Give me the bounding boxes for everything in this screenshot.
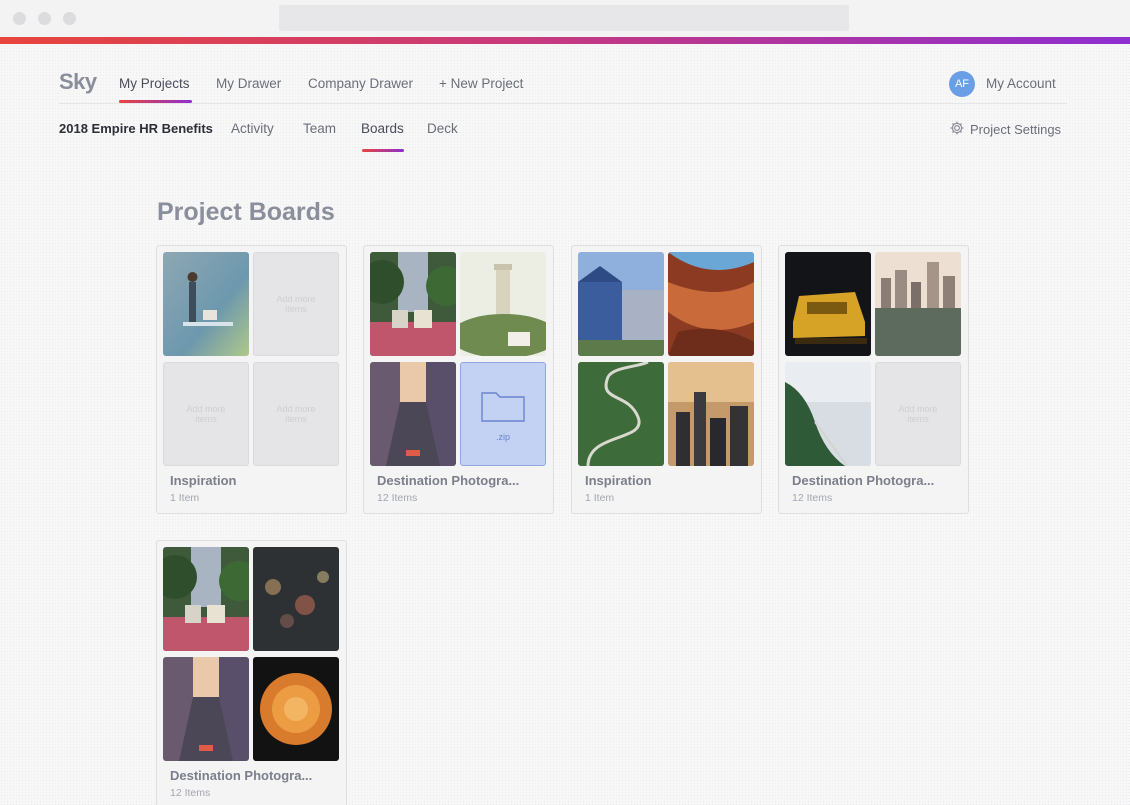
zip-file-tile[interactable]: .zip	[460, 362, 546, 466]
nav-my-projects[interactable]: My Projects	[119, 76, 190, 91]
board-card[interactable]: Inspiration 1 Item Add more items Add mor…	[156, 245, 347, 514]
project-name: 2018 Empire HR Benefits	[59, 121, 213, 136]
painted-ladies-photo[interactable]	[578, 252, 664, 356]
board-item-count: 1 Item	[585, 492, 615, 504]
board-item-count: 12 Items	[377, 492, 418, 504]
tab-active-indicator	[362, 149, 404, 152]
yellow-car-photo[interactable]	[785, 252, 871, 356]
window-close-dot[interactable]	[13, 12, 26, 25]
paddleboard-photo[interactable]	[163, 252, 249, 356]
nav-new-project[interactable]: + New Project	[439, 76, 523, 91]
nav-my-drawer[interactable]: My Drawer	[216, 76, 281, 91]
window-minimize-dot[interactable]	[38, 12, 51, 25]
board-card[interactable]: Destination Photogra... 12 Items	[156, 540, 347, 805]
coit-tower-photo[interactable]	[460, 252, 546, 356]
board-card[interactable]: Inspiration 1 Item	[571, 245, 762, 514]
brand-gradient-bar	[0, 37, 1130, 44]
avatar[interactable]: AF	[949, 71, 975, 97]
window-zoom-dot[interactable]	[63, 12, 76, 25]
add-more-items-text: Add more items	[276, 404, 316, 424]
folder-icon	[480, 387, 526, 428]
add-more-items-text: Add more items	[276, 294, 316, 314]
my-account-link[interactable]: My Account	[986, 76, 1056, 91]
city-reflection-photo[interactable]	[875, 252, 961, 356]
nav-divider	[59, 103, 1067, 104]
dahlia-flower-photo[interactable]	[253, 657, 339, 761]
antelope-canyon-photo[interactable]	[668, 252, 754, 356]
page-title: Project Boards	[157, 198, 335, 226]
board-item-count: 12 Items	[170, 787, 211, 799]
board-title: Destination Photogra...	[377, 473, 520, 488]
board-title: Inspiration	[585, 473, 652, 488]
board-title: Destination Photogra...	[170, 768, 313, 783]
add-more-items-text: Add more items	[186, 404, 226, 424]
project-settings-label: Project Settings	[970, 122, 1062, 137]
board-title: Destination Photogra...	[792, 473, 935, 488]
board-card[interactable]: Destination Photogra... 12 Items .zip	[363, 245, 554, 514]
gear-icon	[949, 120, 965, 139]
add-more-items-text: Add more items	[898, 404, 938, 424]
winding-road-photo[interactable]	[578, 362, 664, 466]
board-card[interactable]: Destination Photogra... 12 Items Add mor…	[778, 245, 969, 514]
empty-tile-placeholder: Add more items	[163, 362, 249, 466]
board-item-count: 12 Items	[792, 492, 833, 504]
board-title: Inspiration	[170, 473, 237, 488]
skyline-sunset-photo[interactable]	[668, 362, 754, 466]
empty-tile-placeholder: Add more items	[253, 362, 339, 466]
city-street-photo[interactable]	[163, 657, 249, 761]
tab-activity[interactable]: Activity	[231, 121, 274, 136]
empty-tile-placeholder: Add more items	[875, 362, 961, 466]
empty-tile-placeholder: Add more items	[253, 252, 339, 356]
board-item-count: 1 Item	[170, 492, 200, 504]
tab-deck[interactable]: Deck	[427, 121, 458, 136]
tab-team[interactable]: Team	[303, 121, 336, 136]
cable-car-photo[interactable]	[163, 547, 249, 651]
app-logo[interactable]: Sky	[59, 69, 97, 95]
city-street-photo[interactable]	[370, 362, 456, 466]
address-bar[interactable]	[279, 5, 849, 31]
bokeh-lights-photo[interactable]	[253, 547, 339, 651]
coastline-photo[interactable]	[785, 362, 871, 466]
browser-chrome	[0, 0, 1130, 37]
nav-company-drawer[interactable]: Company Drawer	[308, 76, 413, 91]
zip-label: .zip	[495, 431, 510, 442]
tab-boards[interactable]: Boards	[361, 121, 404, 136]
cable-car-photo[interactable]	[370, 252, 456, 356]
project-settings-link[interactable]: Project Settings	[949, 120, 1061, 139]
